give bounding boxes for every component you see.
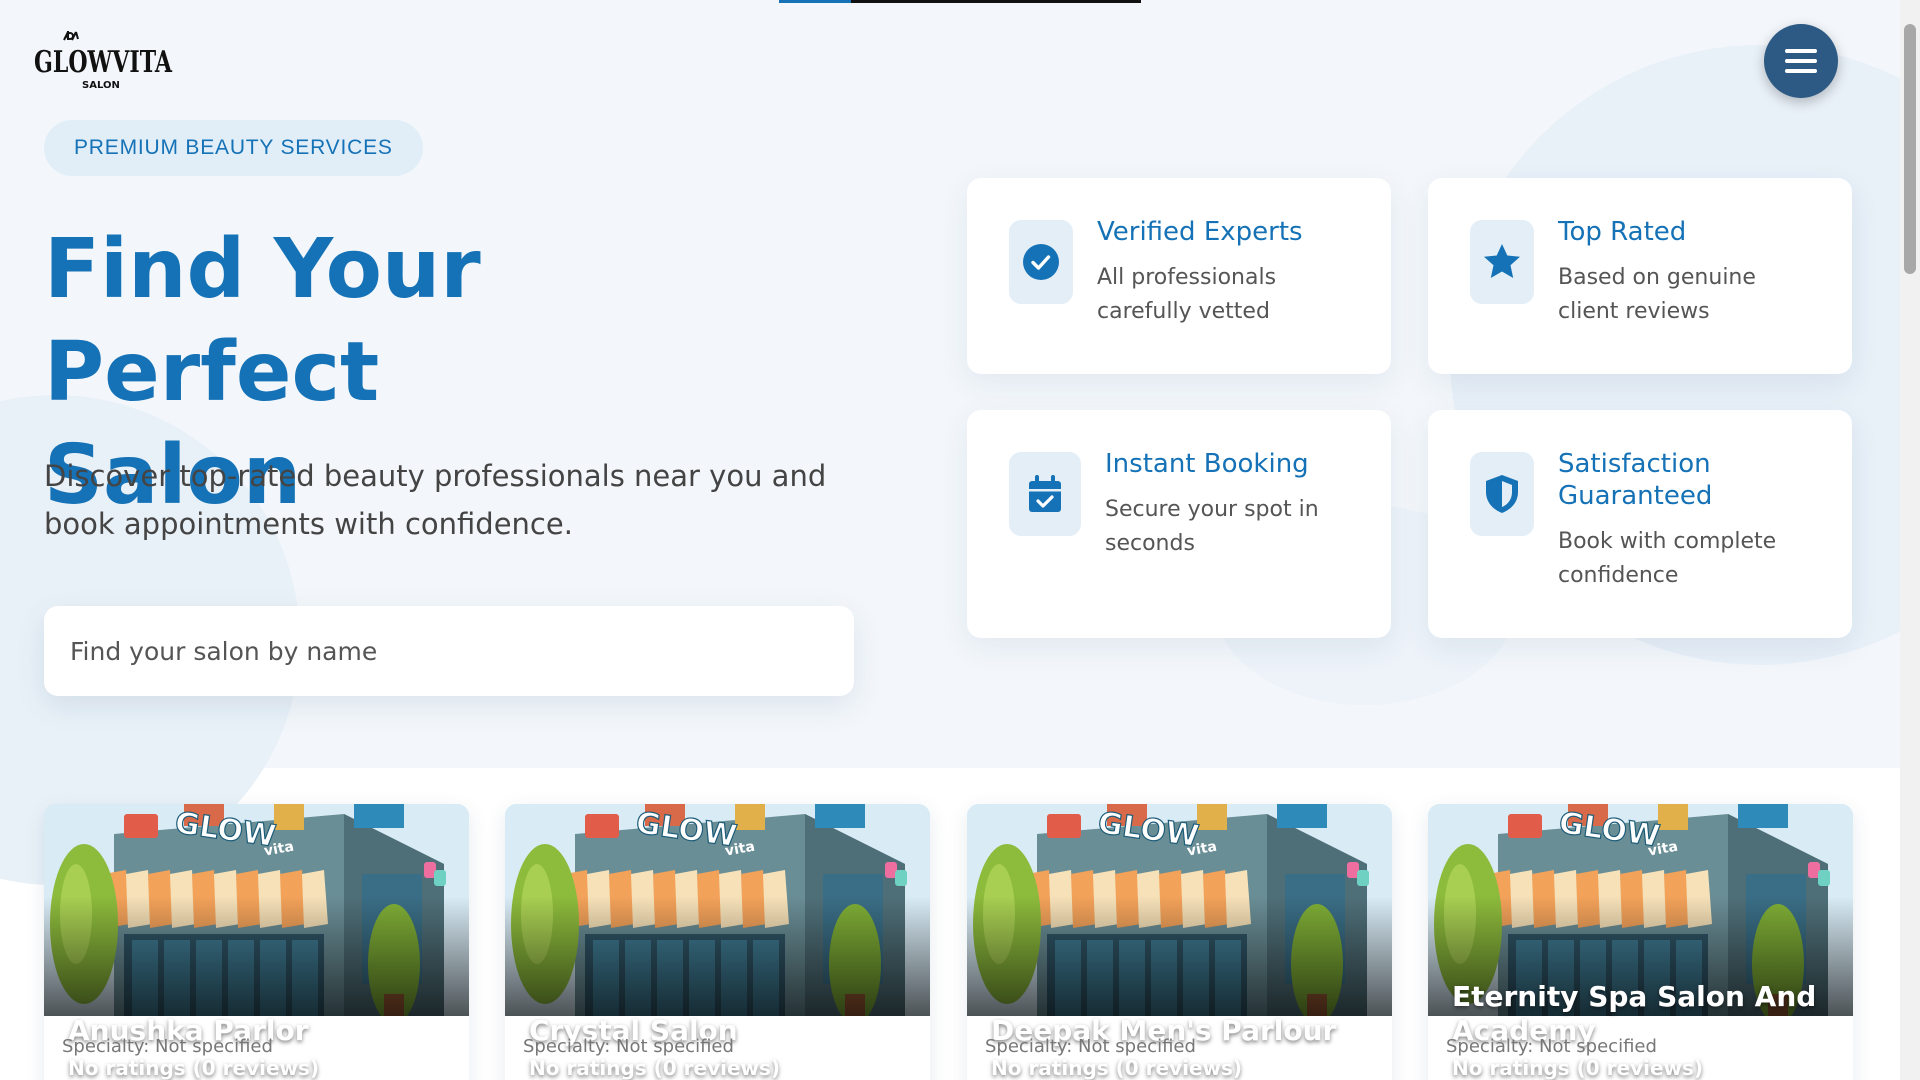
feature-description: All professionals carefully vetted [1097,265,1277,324]
salon-image: GLOW vita [967,804,1392,1016]
salon-specialty: Specialty: Not specified [985,1036,1196,1057]
salon-image: GLOW vita [44,804,469,1016]
hamburger-icon [1785,48,1817,74]
menu-button[interactable] [1764,24,1838,98]
salon-specialty: Specialty: Not specified [523,1036,734,1057]
feature-title: Verified Experts [1097,217,1303,247]
feature-icon-box [1009,452,1081,536]
salon-specialty: Specialty: Not specified [62,1036,273,1057]
brand-logo[interactable]: GLOWVITA SALON [34,30,174,92]
salon-rating: No ratings (0 reviews) [68,1056,320,1080]
search-box[interactable] [44,606,854,696]
salon-image-overlay [967,896,1392,1016]
page-title-line-1: Find Your Perfect [44,222,481,420]
star-icon [1484,244,1520,278]
salon-card[interactable]: GLOW vita Deepak Men's Parlour No ratings… [967,804,1392,1080]
feature-description: Secure your spot in seconds [1105,497,1319,556]
salon-card[interactable]: GLOW vita Crystal Salon No ratings (0 rev… [505,804,930,1080]
hero-subtitle: Discover top-rated beauty professionals … [44,459,827,541]
page-scrollbar[interactable] [1900,0,1920,1080]
salon-card[interactable]: GLOW vita Eternity Spa Salon And Academy … [1428,804,1853,1080]
feature-card-satisfaction: Satisfaction Guaranteed Book with comple… [1428,410,1852,638]
feature-title: Satisfaction Guaranteed [1558,449,1713,511]
logo-icon: GLOWVITA SALON [34,31,173,91]
feature-title: Top Rated [1558,217,1687,247]
salon-card[interactable]: GLOW vita Anushka Parlor No ratings (0 re… [44,804,469,1080]
calendar-check-icon [1029,475,1061,512]
feature-icon-box [1470,220,1534,304]
page-progress-bar [779,0,1141,3]
salon-image: GLOW vita [505,804,930,1016]
salon-rating: No ratings (0 reviews) [991,1056,1243,1080]
feature-icon-box [1009,220,1073,304]
feature-description: Book with complete confidence [1558,529,1777,588]
page-progress-fill [779,0,852,3]
check-circle-icon [1023,244,1059,280]
salon-image-overlay [44,896,469,1016]
salon-specialty: Specialty: Not specified [1446,1036,1657,1057]
feature-title: Instant Booking [1105,449,1309,479]
page: GLOWVITA SALON PREMIUM BEAUTY SERVICES F… [0,0,1920,1080]
svg-text:GLOWVITA: GLOWVITA [34,45,173,80]
salon-rating: No ratings (0 reviews) [529,1056,781,1080]
feature-description: Based on genuine client reviews [1558,265,1756,324]
salon-rating: No ratings (0 reviews) [1452,1056,1704,1080]
svg-text:SALON: SALON [82,80,120,91]
feature-card-verified: Verified Experts All professionals caref… [967,178,1391,374]
feature-card-instant-booking: Instant Booking Secure your spot in seco… [967,410,1391,638]
feature-icon-box [1470,452,1534,536]
salon-image-overlay [505,896,930,1016]
search-input[interactable] [68,635,854,667]
scrollbar-thumb[interactable] [1904,24,1916,274]
hero-badge: PREMIUM BEAUTY SERVICES [44,120,423,176]
feature-card-top-rated: Top Rated Based on genuine client review… [1428,178,1852,374]
shield-icon [1486,475,1518,513]
